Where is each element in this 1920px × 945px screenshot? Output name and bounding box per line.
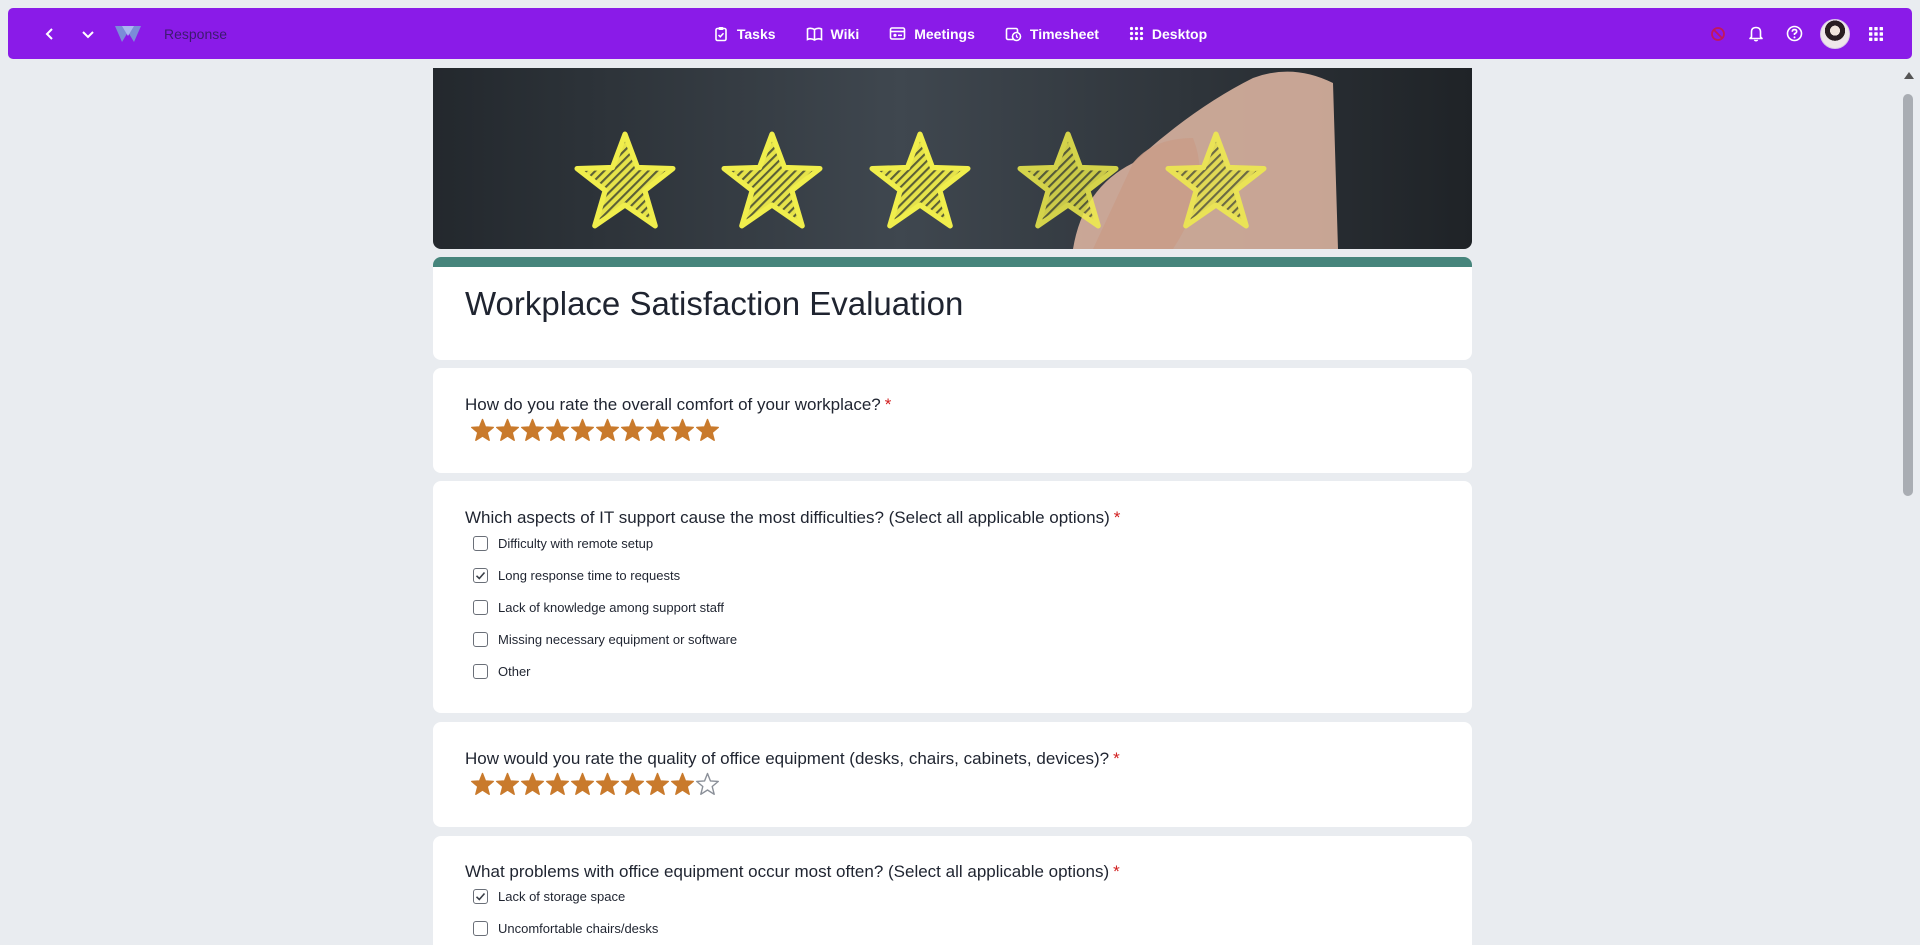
star-rating-3 (470, 772, 720, 798)
checkbox-label: Difficulty with remote setup (498, 536, 654, 551)
checkbox-option[interactable]: Uncomfortable chairs/desks (473, 921, 658, 936)
question-text: Which aspects of IT support cause the mo… (465, 508, 1120, 528)
checkbox-option[interactable]: Other (473, 664, 531, 679)
star-filled-icon[interactable] (645, 418, 670, 444)
star-filled-icon[interactable] (695, 418, 720, 444)
checkbox-label: Lack of storage space (498, 889, 626, 904)
checkbox-checked[interactable] (473, 889, 488, 904)
help-icon[interactable] (1782, 22, 1806, 46)
nav-wiki-label: Wiki (830, 25, 860, 42)
grid-icon (1129, 26, 1143, 41)
star-filled-icon[interactable] (470, 418, 495, 444)
checkbox-unchecked[interactable] (473, 600, 488, 615)
back-icon[interactable] (38, 22, 62, 46)
main-nav: Tasks Wiki Meetings Timesheet Desktop (8, 8, 1912, 59)
timesheet-icon (1005, 27, 1022, 41)
apps-grid-icon[interactable] (1864, 22, 1888, 46)
scroll-up-arrow-icon[interactable] (1904, 72, 1914, 79)
required-mark: * (1113, 749, 1120, 768)
question-text-4: What problems with office equipment occu… (465, 862, 1110, 881)
checkbox-label: Long response time to requests (498, 568, 681, 583)
checkbox-option[interactable]: Difficulty with remote setup (473, 536, 653, 551)
app-logo-icon[interactable] (114, 23, 144, 45)
chevron-down-icon[interactable] (76, 22, 100, 46)
star-filled-icon[interactable] (620, 418, 645, 444)
question-text-1: How do you rate the overall comfort of y… (465, 395, 881, 414)
top-bar: Response Tasks Wiki Meetings Timesheet D… (8, 8, 1912, 59)
checkbox-unchecked[interactable] (473, 632, 488, 647)
bell-icon[interactable] (1744, 22, 1768, 46)
required-mark: * (1113, 508, 1121, 527)
star-rating-1 (470, 418, 720, 444)
checkbox-unchecked[interactable] (473, 536, 488, 551)
star-filled-icon[interactable] (620, 772, 645, 798)
star-filled-icon[interactable] (520, 772, 545, 798)
checkbox-label: Other (498, 664, 531, 679)
checkbox-label: Uncomfortable chairs/desks (498, 921, 659, 936)
star-filled-icon[interactable] (520, 418, 545, 444)
top-bar-right (1706, 8, 1888, 59)
status-icon[interactable] (1706, 22, 1730, 46)
required-mark: * (1113, 862, 1120, 881)
avatar[interactable] (1820, 18, 1850, 49)
star-filled-icon[interactable] (670, 772, 695, 798)
checkbox-unchecked[interactable] (473, 664, 488, 679)
checkbox-checked[interactable] (473, 568, 488, 583)
checkbox-option[interactable]: Missing necessary equipment or software (473, 632, 737, 647)
banner-image (433, 68, 1472, 249)
nav-meetings[interactable]: Meetings (889, 26, 975, 42)
checkbox-label: Lack of knowledge among support staff (498, 600, 724, 615)
star-filled-icon[interactable] (670, 418, 695, 444)
title-accent-bar (433, 257, 1472, 267)
star-filled-icon[interactable] (470, 772, 495, 798)
checkbox-option[interactable]: Lack of knowledge among support staff (473, 600, 724, 615)
nav-timesheet-label: Timesheet (1029, 25, 1099, 42)
question-card-2: Which aspects of IT support cause the mo… (433, 481, 1472, 713)
question-card-3: How would you rate the quality of office… (433, 722, 1472, 827)
clipboard-icon (715, 26, 727, 41)
star-filled-icon[interactable] (595, 772, 620, 798)
star-filled-icon[interactable] (495, 772, 520, 798)
question-text: What problems with office equipment occu… (465, 862, 1120, 882)
question-card-4: What problems with office equipment occu… (433, 836, 1472, 945)
checkbox-label: Missing necessary equipment or software (498, 632, 738, 647)
nav-tasks[interactable]: Tasks (713, 26, 776, 42)
required-mark: * (884, 395, 892, 414)
form-title-card: Workplace Satisfaction Evaluation (433, 257, 1472, 360)
checkbox-option[interactable]: Long response time to requests (473, 568, 680, 583)
star-filled-icon[interactable] (595, 418, 620, 444)
meetings-icon (889, 26, 906, 40)
nav-timesheet[interactable]: Timesheet (1005, 26, 1099, 42)
form-title: Workplace Satisfaction Evaluation (465, 285, 964, 322)
top-bar-left: Response (38, 8, 227, 59)
scrollbar[interactable] (1898, 68, 1920, 945)
star-filled-icon[interactable] (495, 418, 520, 444)
question-text-3: How would you rate the quality of office… (465, 749, 1110, 768)
checkbox-unchecked[interactable] (473, 921, 488, 936)
question-text-2: Which aspects of IT support cause the mo… (465, 508, 1110, 527)
star-filled-icon[interactable] (545, 418, 570, 444)
question-card-1: How do you rate the overall comfort of y… (433, 368, 1472, 473)
nav-desktop[interactable]: Desktop (1129, 26, 1207, 42)
book-icon (806, 27, 822, 41)
question-text: How do you rate the overall comfort of y… (465, 395, 891, 415)
scrollbar-thumb[interactable] (1903, 94, 1913, 496)
nav-tasks-label: Tasks (736, 25, 776, 42)
star-filled-icon[interactable] (545, 772, 570, 798)
question-text: How would you rate the quality of office… (465, 749, 1120, 769)
nav-wiki[interactable]: Wiki (806, 25, 860, 42)
nav-meetings-label: Meetings (914, 25, 975, 42)
star-filled-icon[interactable] (570, 772, 595, 798)
star-empty-icon[interactable] (695, 772, 720, 798)
star-filled-icon[interactable] (570, 418, 595, 444)
nav-desktop-label: Desktop (1151, 25, 1208, 42)
checkbox-option[interactable]: Lack of storage space (473, 889, 625, 904)
app-name[interactable]: Response (164, 26, 227, 42)
star-filled-icon[interactable] (645, 772, 670, 798)
